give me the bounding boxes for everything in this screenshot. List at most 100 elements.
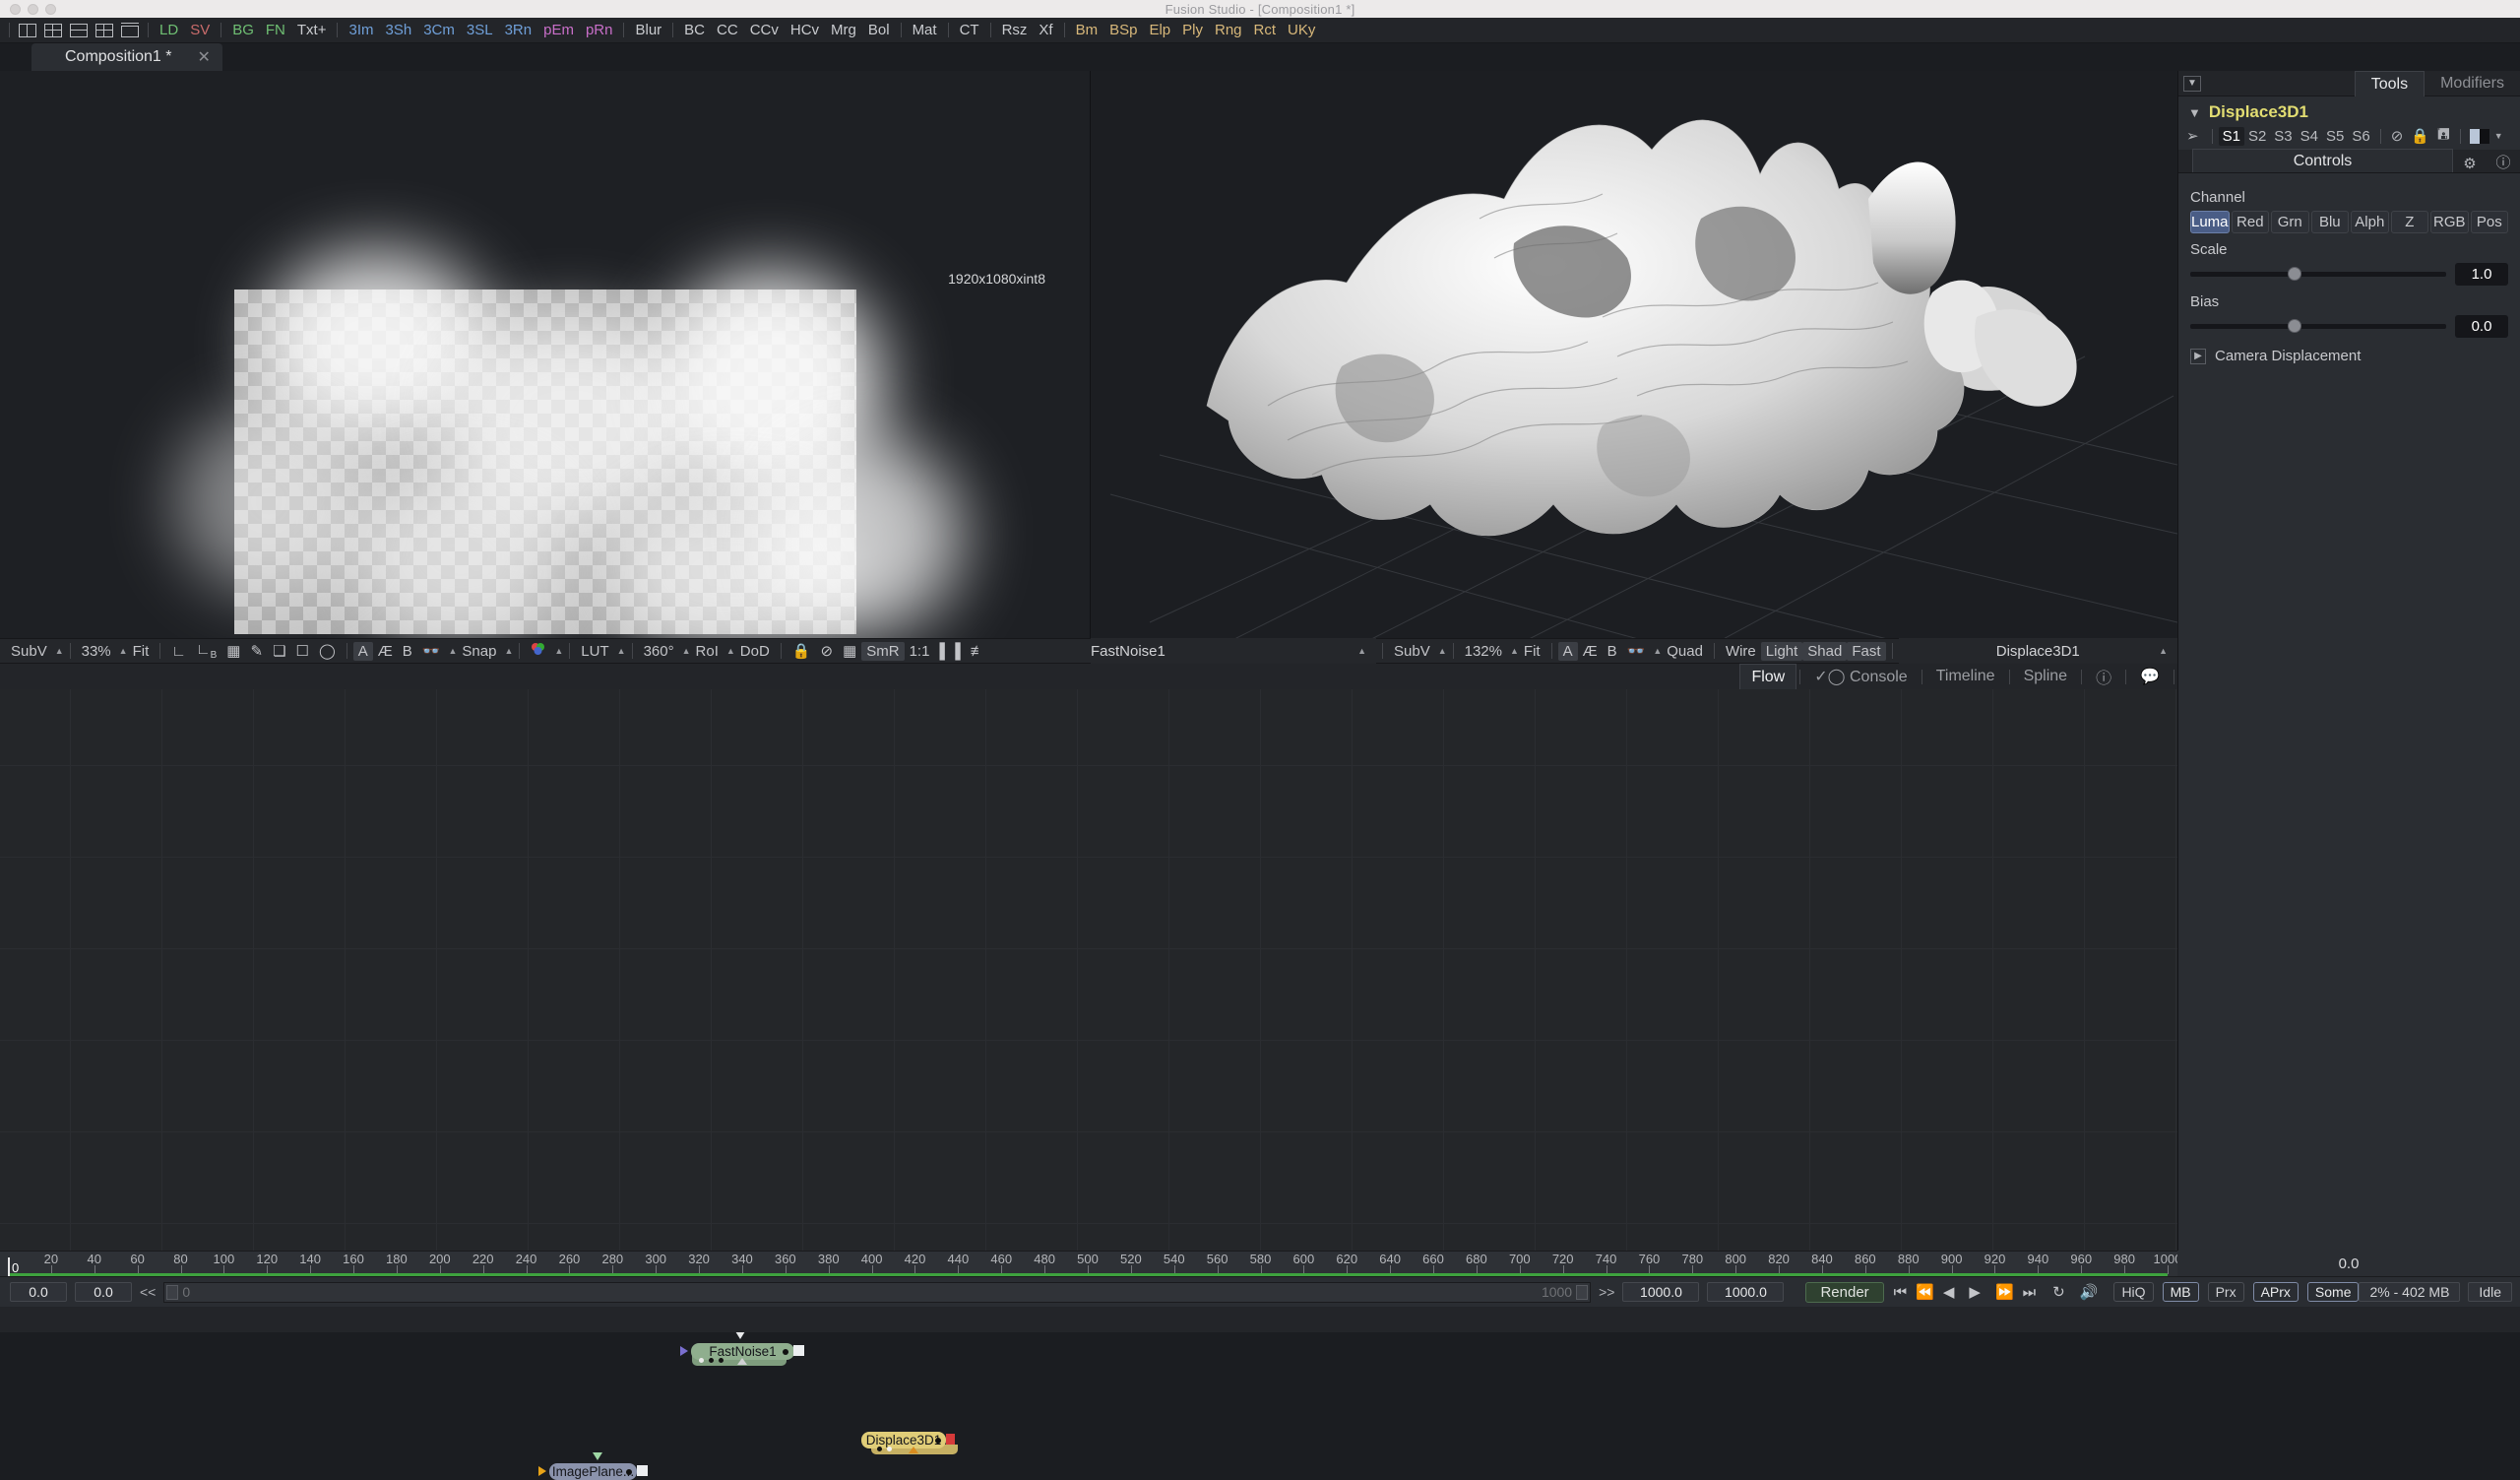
flow-panel-tabs[interactable]: Flow ✓◯ Console Timeline Spline ⓘ 💬 (1739, 664, 2177, 689)
play-icon[interactable]: ▶ (1963, 1283, 1986, 1301)
chevron-up-icon-node[interactable]: ▲ (1357, 646, 1376, 656)
imageplane-node-body[interactable]: ImagePlane... (549, 1463, 637, 1480)
toolbar-button-pem[interactable]: pEm (537, 21, 580, 39)
composition-tab[interactable]: Composition1 * ✕ (32, 43, 222, 71)
toolbar-button-ply[interactable]: Ply (1176, 21, 1209, 39)
split-icon[interactable]: ▌▐ (934, 642, 965, 661)
layout-4up-icon[interactable] (43, 23, 63, 38)
scale-value[interactable]: 1.0 (2455, 263, 2508, 286)
viewer-right[interactable]: Perspective (1091, 71, 2177, 654)
chevron-down-icon[interactable]: ▼ (2183, 75, 2201, 92)
line-icon[interactable]: ❏ (268, 641, 290, 661)
bias-slider-track[interactable] (2190, 319, 2446, 333)
playhead[interactable] (8, 1257, 10, 1277)
viewer-left-smr-button[interactable]: SmR (861, 641, 905, 661)
chevron-up-icon-8[interactable]: ▲ (726, 646, 735, 656)
camera-displacement-section[interactable]: ▶ Camera Displacement (2190, 348, 2508, 364)
viewer-left-subv-button[interactable]: SubV (6, 642, 52, 661)
next-keyframe-button[interactable]: >> (1591, 1284, 1622, 1300)
chevron-up-icon-r1[interactable]: ▲ (1438, 646, 1447, 656)
control-tabs[interactable]: Controls ⚙ ⓘ (2178, 149, 2520, 173)
tab-modifiers[interactable]: Modifiers (2425, 71, 2520, 97)
node-displace3d1[interactable]: Displace3D1 (861, 1432, 958, 1454)
chevron-up-icon-6[interactable]: ▲ (617, 646, 626, 656)
viewer-right-channel-ab[interactable]: Æ (1578, 642, 1603, 661)
scale-slider-track[interactable] (2190, 267, 2446, 281)
toolbar-button-prn[interactable]: pRn (580, 21, 619, 39)
hiq-button[interactable]: HiQ (2113, 1282, 2154, 1302)
render-button[interactable]: Render (1805, 1281, 1884, 1303)
lock-icon[interactable]: 🔒 (788, 641, 816, 661)
channel-rgb[interactable]: RGB (2430, 211, 2469, 233)
scale-slider-knob[interactable] (2287, 267, 2301, 281)
comment-icon-flow[interactable]: 💬 (2129, 665, 2171, 688)
fastnoise-sub-dots[interactable] (699, 1358, 724, 1363)
viewer-right-channel-b[interactable]: B (1603, 642, 1622, 661)
toolbar-button-rsz[interactable]: Rsz (996, 21, 1034, 39)
range-handle-right[interactable] (1576, 1284, 1589, 1300)
layout-single-icon[interactable] (120, 22, 140, 38)
info-icon-flow[interactable]: ⓘ (2085, 663, 2122, 690)
toolbar-button-bol[interactable]: Bol (862, 21, 896, 39)
stereo-icon-2[interactable]: 👓 (1622, 641, 1651, 661)
state-button-s2[interactable]: S2 (2244, 127, 2270, 146)
viewer-right-zoom-value[interactable]: 132% (1460, 642, 1507, 661)
toolbar-button-rct[interactable]: Rct (1248, 21, 1283, 39)
lock-icon-2[interactable]: 🔒 (2411, 127, 2429, 145)
channel-red[interactable]: Red (2231, 211, 2270, 233)
viewer-left-snap-button[interactable]: Snap (457, 642, 501, 661)
viewer-right-toolbar[interactable]: FastNoise1 ▲ SubV ▲ 132% ▲ Fit A Æ B 👓 ▲ Qu… (1091, 638, 2177, 664)
toolbar-button-hcv[interactable]: HCv (785, 21, 825, 39)
toolbar-button-txtplus[interactable]: Txt+ (291, 21, 333, 39)
ellipse-select-icon[interactable]: ◯ (314, 641, 341, 661)
state-button-s3[interactable]: S3 (2270, 127, 2296, 146)
viewer-left-ratio-button[interactable]: 1:1 (905, 642, 935, 661)
viewer-left-channel-a[interactable]: A (352, 641, 373, 661)
state-button-s4[interactable]: S4 (2297, 127, 2322, 146)
some-button[interactable]: Some (2306, 1282, 2360, 1302)
toolbar-button-3rn[interactable]: 3Rn (499, 21, 538, 39)
toolbar-button-mrg[interactable]: Mrg (825, 21, 862, 39)
prev-keyframe-button[interactable]: << (132, 1284, 163, 1300)
viewer-right-subv-button[interactable]: SubV (1389, 642, 1435, 661)
chevron-up-icon-2[interactable]: ▲ (119, 646, 128, 656)
viewer-left-fit-button[interactable]: Fit (128, 642, 155, 661)
tab-tools[interactable]: Tools (2354, 70, 2426, 97)
displace-node-body[interactable]: Displace3D1 (861, 1432, 946, 1448)
toolbar-button-cc[interactable]: CC (711, 21, 744, 39)
toolbar-button-3sh[interactable]: 3Sh (380, 21, 418, 39)
save-icon[interactable]: 🖪 (2437, 124, 2450, 149)
channel-z[interactable]: Z (2390, 211, 2429, 233)
viewer-left-dod-button[interactable]: DoD (735, 642, 775, 661)
scale-slider-row[interactable]: 1.0 (2190, 263, 2508, 286)
prx-button[interactable]: Prx (2207, 1282, 2244, 1302)
bias-value[interactable]: 0.0 (2455, 315, 2508, 338)
chevron-up-icon-5[interactable]: ▲ (554, 646, 563, 656)
toolbar-button-bsp[interactable]: BSp (1103, 21, 1143, 39)
toolbar-button-bg[interactable]: BG (226, 21, 260, 39)
in-point-field[interactable]: 0.0 (10, 1282, 67, 1302)
viewer-right-node-field[interactable]: Displace3D1 ▲ (1898, 638, 2177, 664)
quality-buttons[interactable]: HiQ MB Prx APrx Some (2108, 1282, 2360, 1302)
viewer-right-light-button[interactable]: Light (1760, 641, 1803, 661)
gear-icon[interactable]: ⚙ (2453, 155, 2487, 172)
state-button-s6[interactable]: S6 (2348, 127, 2373, 146)
toolbar-tool-buttons[interactable]: LD SV BG FN Txt+ 3Im 3Sh 3Cm 3SL 3Rn pEm pRn Blur BC C… (154, 21, 1321, 39)
toolbar-button-blur[interactable]: Blur (629, 21, 667, 39)
chevron-up-icon-7[interactable]: ▲ (682, 646, 691, 656)
viewer-left[interactable]: 1920x1080xint8 (0, 71, 1091, 654)
range-handle-left[interactable] (166, 1284, 179, 1300)
viewer-left-zoom-value[interactable]: 33% (77, 642, 116, 661)
bias-slider-knob[interactable] (2287, 319, 2301, 333)
fastnoise-input-arrow-icon[interactable] (680, 1346, 688, 1356)
chevron-down-icon-node[interactable]: ▼ (2188, 105, 2201, 120)
tab-timeline[interactable]: Timeline (1925, 666, 2006, 687)
color-swatch[interactable] (2469, 128, 2489, 144)
chevron-up-icon[interactable]: ▲ (55, 646, 64, 656)
displace-output-square[interactable] (946, 1434, 955, 1445)
aprx-button[interactable]: APrx (2252, 1282, 2299, 1302)
pen-icon[interactable]: ✎ (245, 641, 268, 661)
color-channels-icon[interactable] (526, 641, 551, 661)
channel-buttons[interactable]: Luma Red Grn Blu Alph Z RGB Pos (2190, 211, 2509, 233)
fast-forward-icon[interactable]: ⏩ (1995, 1283, 2014, 1301)
